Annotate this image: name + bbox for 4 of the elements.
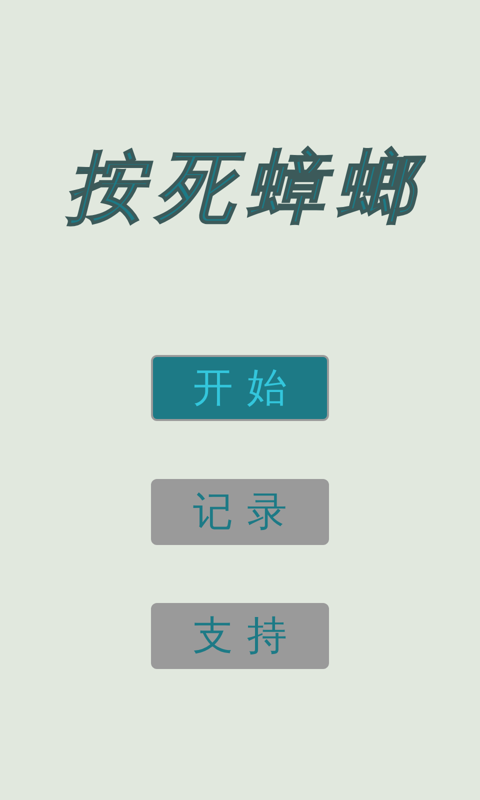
menu-button[interactable]: 开始 (151, 355, 329, 421)
game-title: 按死蟑螂 (65, 142, 426, 235)
menu-button[interactable]: 支持 (151, 603, 329, 669)
menu-button[interactable]: 记录 (151, 479, 329, 545)
